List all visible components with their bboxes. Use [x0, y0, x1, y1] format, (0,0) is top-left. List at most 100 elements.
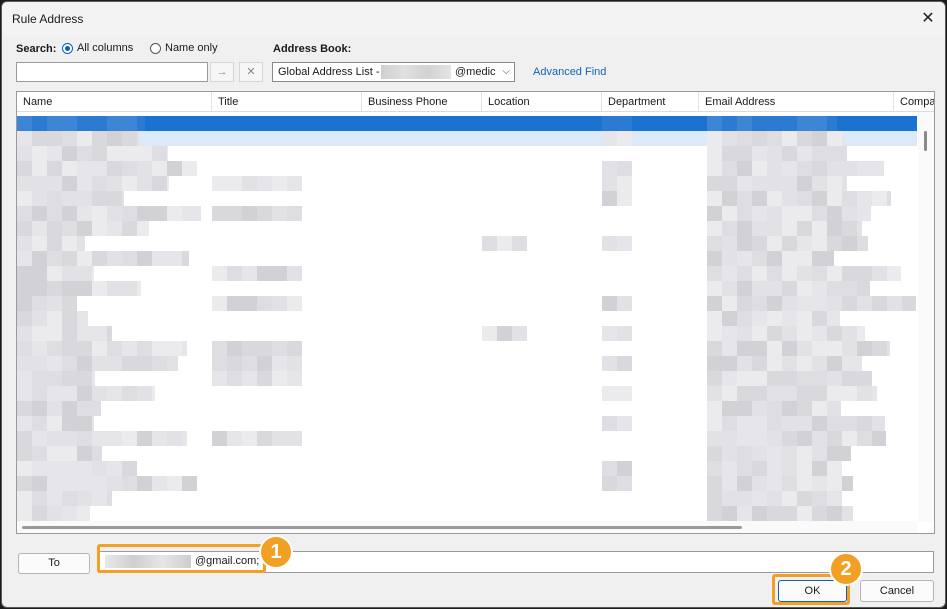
redacted-cell: [872, 386, 877, 401]
redacted-cell: [737, 386, 752, 401]
column-header-business-phone[interactable]: Business Phone: [362, 92, 482, 111]
redacted-cell: [47, 131, 62, 146]
redacted-cell: [857, 356, 862, 371]
redacted-cell: [62, 491, 77, 506]
column-header-email-address[interactable]: Email Address: [699, 92, 894, 111]
radio-name-only[interactable]: Name only: [150, 42, 218, 54]
redacted-cell: [47, 176, 62, 191]
redacted-cell: [872, 431, 886, 446]
table-row[interactable]: [17, 326, 917, 341]
redacted-cell: [62, 191, 77, 206]
table-row[interactable]: [17, 311, 917, 326]
column-header-title[interactable]: Title: [212, 92, 362, 111]
radio-unselected-icon[interactable]: [150, 42, 161, 54]
redacted-cell: [782, 506, 797, 521]
redacted-cell: [77, 236, 85, 251]
table-row[interactable]: [17, 461, 917, 476]
grid-rows[interactable]: [17, 116, 917, 521]
vertical-scrollbar[interactable]: [918, 112, 934, 522]
redacted-cell: [812, 476, 827, 491]
column-header-department[interactable]: Department: [602, 92, 699, 111]
radio-all-columns[interactable]: All columns: [62, 42, 133, 54]
horizontal-scrollbar[interactable]: [17, 521, 917, 533]
annotation-badge-1: 1: [259, 535, 293, 569]
redacted-cell: [32, 371, 47, 386]
redacted-cell: [32, 146, 47, 161]
redacted-cell: [842, 371, 857, 386]
redacted-cell: [797, 311, 812, 326]
table-row[interactable]: [17, 386, 917, 401]
column-header-name[interactable]: Name: [17, 92, 212, 111]
redacted-cell: [812, 176, 827, 191]
redacted-cell: [227, 206, 242, 221]
redacted-cell: [107, 386, 122, 401]
radio-selected-icon[interactable]: [62, 42, 73, 54]
redacted-cell: [887, 266, 901, 281]
redacted-cell: [752, 446, 767, 461]
redacted-cell: [737, 266, 752, 281]
horizontal-scroll-thumb[interactable]: [22, 526, 742, 529]
table-row[interactable]: [17, 266, 917, 281]
redacted-cell: [602, 176, 617, 191]
redacted-cell: [17, 251, 32, 266]
clear-search-icon[interactable]: ✕: [239, 62, 263, 82]
redacted-cell: [812, 371, 827, 386]
chevron-down-icon[interactable]: ⌵: [502, 63, 510, 81]
redacted-cell: [707, 506, 722, 521]
table-row[interactable]: [17, 296, 917, 311]
redacted-cell: [767, 146, 782, 161]
table-row[interactable]: [17, 431, 917, 446]
table-row[interactable]: [17, 341, 917, 356]
table-row[interactable]: [17, 476, 917, 491]
column-header-company[interactable]: Compa: [894, 92, 934, 111]
search-input[interactable]: [16, 62, 208, 82]
to-button[interactable]: To: [18, 553, 90, 574]
table-row[interactable]: [17, 176, 917, 191]
table-row[interactable]: [17, 506, 917, 521]
address-book-select[interactable]: Global Address List - @medic ⌵: [272, 62, 515, 82]
table-row[interactable]: [17, 371, 917, 386]
table-row[interactable]: [17, 416, 917, 431]
vertical-scroll-thumb[interactable]: [924, 131, 927, 151]
redacted-cell: [77, 371, 92, 386]
address-book-label: Address Book:: [273, 43, 352, 55]
table-row[interactable]: [17, 131, 917, 146]
redacted-cell: [752, 356, 767, 371]
table-row[interactable]: [17, 356, 917, 371]
redacted-cell: [707, 221, 722, 236]
redacted-cell: [782, 371, 797, 386]
redacted-cell: [32, 491, 47, 506]
table-row[interactable]: [17, 221, 917, 236]
cancel-button[interactable]: Cancel: [860, 580, 934, 602]
redacted-cell: [77, 491, 92, 506]
table-row[interactable]: [17, 281, 917, 296]
redacted-cell: [812, 266, 827, 281]
table-row[interactable]: [17, 446, 917, 461]
redacted-cell: [842, 146, 847, 161]
redacted-cell: [842, 281, 857, 296]
redacted-cell: [707, 146, 722, 161]
redacted-cell: [737, 131, 752, 146]
address-list-grid[interactable]: Name Title Business Phone Location Depar…: [16, 91, 935, 534]
table-row[interactable]: [17, 161, 917, 176]
table-row[interactable]: [17, 251, 917, 266]
redacted-cell: [137, 341, 152, 356]
redacted-cell: [752, 401, 767, 416]
advanced-find-link[interactable]: Advanced Find: [533, 66, 606, 78]
table-row[interactable]: [17, 146, 917, 161]
redacted-cell: [272, 431, 287, 446]
table-row[interactable]: [17, 191, 917, 206]
table-row[interactable]: [17, 401, 917, 416]
table-row[interactable]: [17, 206, 917, 221]
close-icon[interactable]: ✕: [917, 8, 939, 30]
redacted-cell: [152, 386, 155, 401]
redacted-cell: [107, 431, 122, 446]
redacted-cell: [122, 341, 137, 356]
table-row[interactable]: [17, 491, 917, 506]
table-row-selected[interactable]: [17, 116, 917, 131]
go-arrow-icon[interactable]: →: [210, 62, 234, 82]
redacted-cell: [497, 236, 512, 251]
column-header-location[interactable]: Location: [482, 92, 602, 111]
redacted-cell: [242, 371, 257, 386]
table-row[interactable]: [17, 236, 917, 251]
